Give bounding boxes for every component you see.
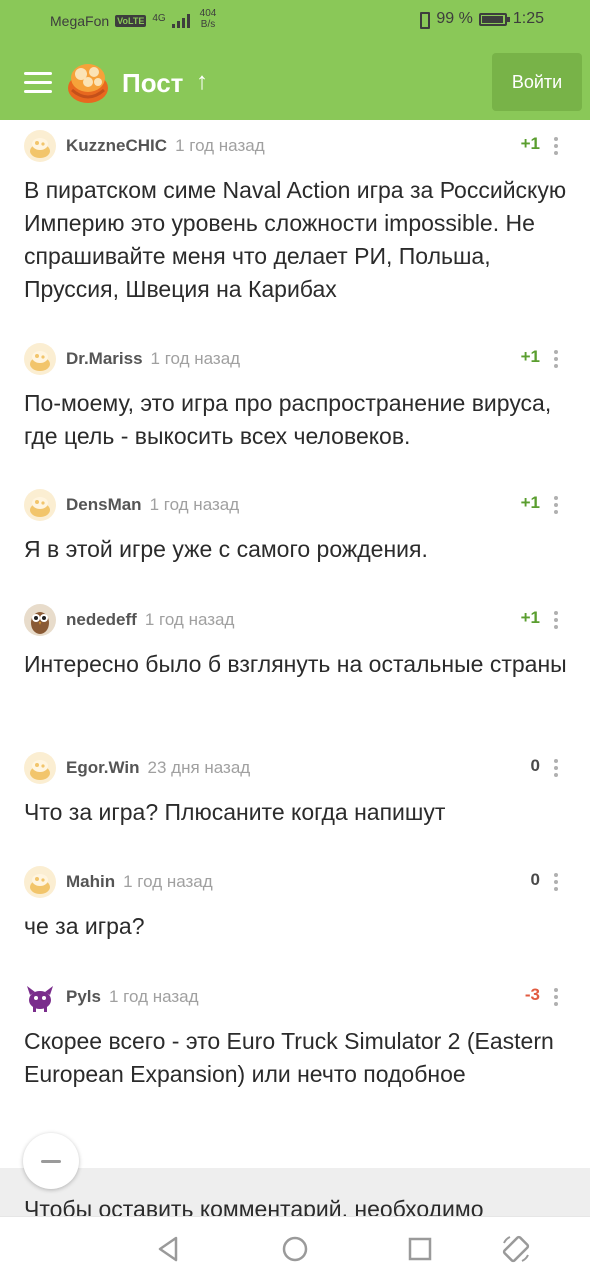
- system-nav-bar: [0, 1216, 590, 1280]
- comment-time: 1 год назад: [123, 872, 213, 891]
- comment-header: Egor.Win 23 дня назад: [24, 750, 570, 786]
- more-vert-icon[interactable]: [554, 873, 558, 891]
- comment-score: -3: [524, 985, 540, 1004]
- comment-score: +1: [520, 347, 540, 366]
- pikabu-logo-icon[interactable]: [64, 58, 112, 106]
- default-avatar-icon[interactable]: [24, 130, 56, 162]
- clock: 1:25: [512, 10, 544, 27]
- comment-time: 1 год назад: [175, 136, 265, 155]
- comment-author[interactable]: Egor.Win: [66, 758, 140, 778]
- arrow-up-icon[interactable]: ↑: [196, 68, 208, 96]
- more-vert-icon[interactable]: [554, 496, 558, 514]
- comment: Mahin 1 год назад 0 че за игра?: [24, 864, 570, 943]
- comment-time: 1 год назад: [150, 349, 241, 368]
- status-left: MegaFon VoLTE 4G 404 B/s: [50, 8, 216, 30]
- comment-author[interactable]: KuzzneCHIC: [66, 136, 167, 156]
- comment-text: че за игра?: [24, 913, 145, 939]
- speed-unit: B/s: [200, 19, 216, 30]
- battery-icon: [478, 12, 510, 26]
- recents-square-icon[interactable]: [404, 1233, 436, 1265]
- network-type: 4G: [152, 12, 166, 24]
- login-button[interactable]: Войти: [492, 53, 582, 111]
- comment-time: 1 год назад: [144, 610, 235, 629]
- more-vert-icon[interactable]: [554, 759, 558, 777]
- page-title: Пост: [122, 68, 184, 98]
- comment-score: +1: [520, 608, 540, 627]
- status-right: 99 % 1:25: [416, 10, 544, 29]
- comment: nededeff 1 год назад +1 Интересно было б…: [24, 602, 570, 681]
- minus-icon[interactable]: [23, 1133, 79, 1189]
- comment: KuzzneCHIC 1 год назад +1 В пиратском си…: [24, 128, 570, 306]
- speed-value: 404: [199, 8, 217, 19]
- volte-badge: VoLTE: [115, 15, 147, 27]
- comment-score: 0: [530, 756, 540, 775]
- default-avatar-icon[interactable]: [24, 866, 56, 898]
- comment-text: Интересно было б взглянуть на остальные …: [24, 651, 567, 677]
- more-vert-icon[interactable]: [554, 350, 558, 368]
- comment-score: +1: [520, 493, 540, 512]
- comment-header: nededeff 1 год назад: [24, 602, 570, 638]
- comment-text: Что за игра? Плюсаните когда напишут: [24, 799, 446, 825]
- comment-author[interactable]: DensMan: [66, 495, 142, 515]
- comment-text: Я в этой игре уже с самого рождения.: [24, 536, 428, 562]
- status-bar: MegaFon VoLTE 4G 404 B/s 99 % 1:25: [0, 0, 590, 46]
- more-vert-icon[interactable]: [554, 988, 558, 1006]
- owl-avatar-icon[interactable]: [24, 604, 56, 636]
- comment-header: Mahin 1 год назад: [24, 864, 570, 900]
- comment: Dr.Mariss 1 год назад +1 По-моему, это и…: [24, 341, 570, 453]
- comment-time: 1 год назад: [108, 987, 199, 1006]
- back-triangle-icon[interactable]: [152, 1233, 184, 1265]
- more-vert-icon[interactable]: [554, 137, 558, 155]
- comment-text: По-моему, это игра про распространение в…: [24, 390, 552, 449]
- comment-text: В пиратском симе Naval Action игра за Ро…: [24, 177, 567, 302]
- comment-author[interactable]: Dr.Mariss: [66, 349, 143, 369]
- network-speed: 404 B/s: [200, 8, 217, 30]
- comment-header: DensMan 1 год назад: [24, 487, 570, 523]
- default-avatar-icon[interactable]: [24, 343, 56, 375]
- comment-author[interactable]: Pyls: [66, 987, 101, 1007]
- hamburger-icon[interactable]: [24, 72, 52, 94]
- comment-author[interactable]: nededeff: [66, 610, 137, 630]
- comment: Egor.Win 23 дня назад 0 Что за игра? Плю…: [24, 750, 570, 829]
- app-bar: Пост ↑ Войти: [0, 46, 590, 120]
- comment: Pyls 1 год назад -3 Скорее всего - это E…: [24, 979, 570, 1091]
- home-circle-icon[interactable]: [279, 1233, 311, 1265]
- comment-text: Скорее всего - это Euro Truck Simulator …: [24, 1028, 554, 1087]
- comment-score: +1: [520, 134, 540, 153]
- carrier-name: MegaFon: [50, 13, 110, 29]
- battery-percent: 99 %: [436, 10, 473, 27]
- vibrate-icon: [416, 11, 431, 29]
- comment-time: 23 дня назад: [147, 758, 251, 777]
- more-vert-icon[interactable]: [554, 611, 558, 629]
- default-avatar-icon[interactable]: [24, 752, 56, 784]
- default-avatar-icon[interactable]: [24, 489, 56, 521]
- comment-header: KuzzneCHIC 1 год назад: [24, 128, 570, 164]
- comment-header: Pyls 1 год назад: [24, 979, 570, 1015]
- comment-author[interactable]: Mahin: [66, 872, 115, 892]
- rotate-screen-icon[interactable]: [500, 1233, 532, 1265]
- purple-creature-avatar-icon[interactable]: [24, 981, 56, 1013]
- signal-icon: [171, 14, 190, 28]
- comment-header: Dr.Mariss 1 год назад: [24, 341, 570, 377]
- comment: DensMan 1 год назад +1 Я в этой игре уже…: [24, 487, 570, 566]
- comment-score: 0: [530, 870, 540, 889]
- comment-time: 1 год назад: [149, 495, 240, 514]
